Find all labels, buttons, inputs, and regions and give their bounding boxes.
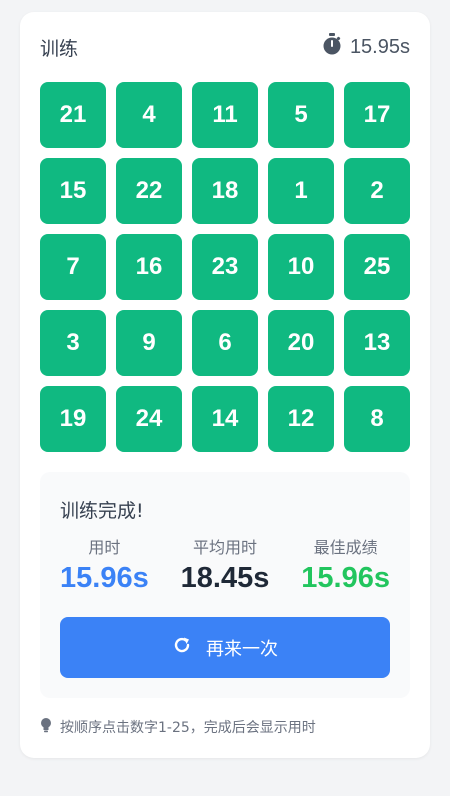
- number-tile[interactable]: 5: [268, 82, 334, 148]
- stat-average-value: 18.45s: [180, 562, 270, 594]
- timer: 15.95s: [322, 33, 410, 61]
- retry-label: 再来一次: [206, 638, 278, 660]
- stat-average: 平均用时 18.45s: [181, 534, 270, 595]
- number-tile[interactable]: 18: [192, 158, 258, 224]
- number-tile[interactable]: 2: [344, 158, 410, 224]
- stat-used-value: 15.96s: [60, 562, 149, 594]
- number-tile[interactable]: 14: [192, 386, 258, 452]
- number-tile[interactable]: 8: [344, 386, 410, 452]
- hint: 按顺序点击数字1-25，完成后会显示用时: [40, 717, 316, 737]
- training-card: 训练 15.95s 21 4 11 5 17 15 22 18 1 2 7 16…: [20, 12, 430, 758]
- number-tile[interactable]: 19: [40, 386, 106, 452]
- page-title: 训练: [40, 37, 79, 60]
- lightbulb-icon: [40, 717, 52, 737]
- number-tile[interactable]: 10: [268, 234, 334, 300]
- number-tile[interactable]: 21: [40, 82, 106, 148]
- hint-text: 按顺序点击数字1-25，完成后会显示用时: [60, 720, 316, 736]
- result-panel: 训练完成! 用时 15.96s 平均用时 18.45s 最佳成绩 15.96s: [40, 472, 410, 698]
- retry-button[interactable]: 再来一次: [60, 617, 390, 678]
- stat-used: 用时 15.96s: [60, 534, 149, 595]
- number-tile[interactable]: 16: [116, 234, 182, 300]
- number-grid: 21 4 11 5 17 15 22 18 1 2 7 16 23 10 25 …: [40, 82, 410, 452]
- number-tile[interactable]: 3: [40, 310, 106, 376]
- number-tile[interactable]: 4: [116, 82, 182, 148]
- number-tile[interactable]: 7: [40, 234, 106, 300]
- stat-best-value: 15.96s: [301, 562, 390, 594]
- number-tile[interactable]: 11: [192, 82, 258, 148]
- number-tile[interactable]: 9: [116, 310, 182, 376]
- number-tile[interactable]: 13: [344, 310, 410, 376]
- result-title: 训练完成!: [60, 500, 144, 522]
- number-tile[interactable]: 22: [116, 158, 182, 224]
- number-tile[interactable]: 24: [116, 386, 182, 452]
- stopwatch-icon: [322, 33, 342, 61]
- number-tile[interactable]: 1: [268, 158, 334, 224]
- stat-average-label: 平均用时: [192, 538, 257, 557]
- stats-row: 用时 15.96s 平均用时 18.45s 最佳成绩 15.96s: [60, 534, 390, 595]
- stat-used-label: 用时: [88, 538, 121, 557]
- timer-value: 15.95s: [349, 35, 410, 58]
- number-tile[interactable]: 15: [40, 158, 106, 224]
- number-tile[interactable]: 6: [192, 310, 258, 376]
- number-tile[interactable]: 17: [344, 82, 410, 148]
- number-tile[interactable]: 12: [268, 386, 334, 452]
- number-tile[interactable]: 20: [268, 310, 334, 376]
- number-tile[interactable]: 23: [192, 234, 258, 300]
- stat-best-label: 最佳成绩: [313, 538, 378, 557]
- header: 训练 15.95s: [40, 33, 410, 61]
- refresh-icon: [172, 635, 192, 660]
- stat-best: 最佳成绩 15.96s: [301, 534, 390, 595]
- number-tile[interactable]: 25: [344, 234, 410, 300]
